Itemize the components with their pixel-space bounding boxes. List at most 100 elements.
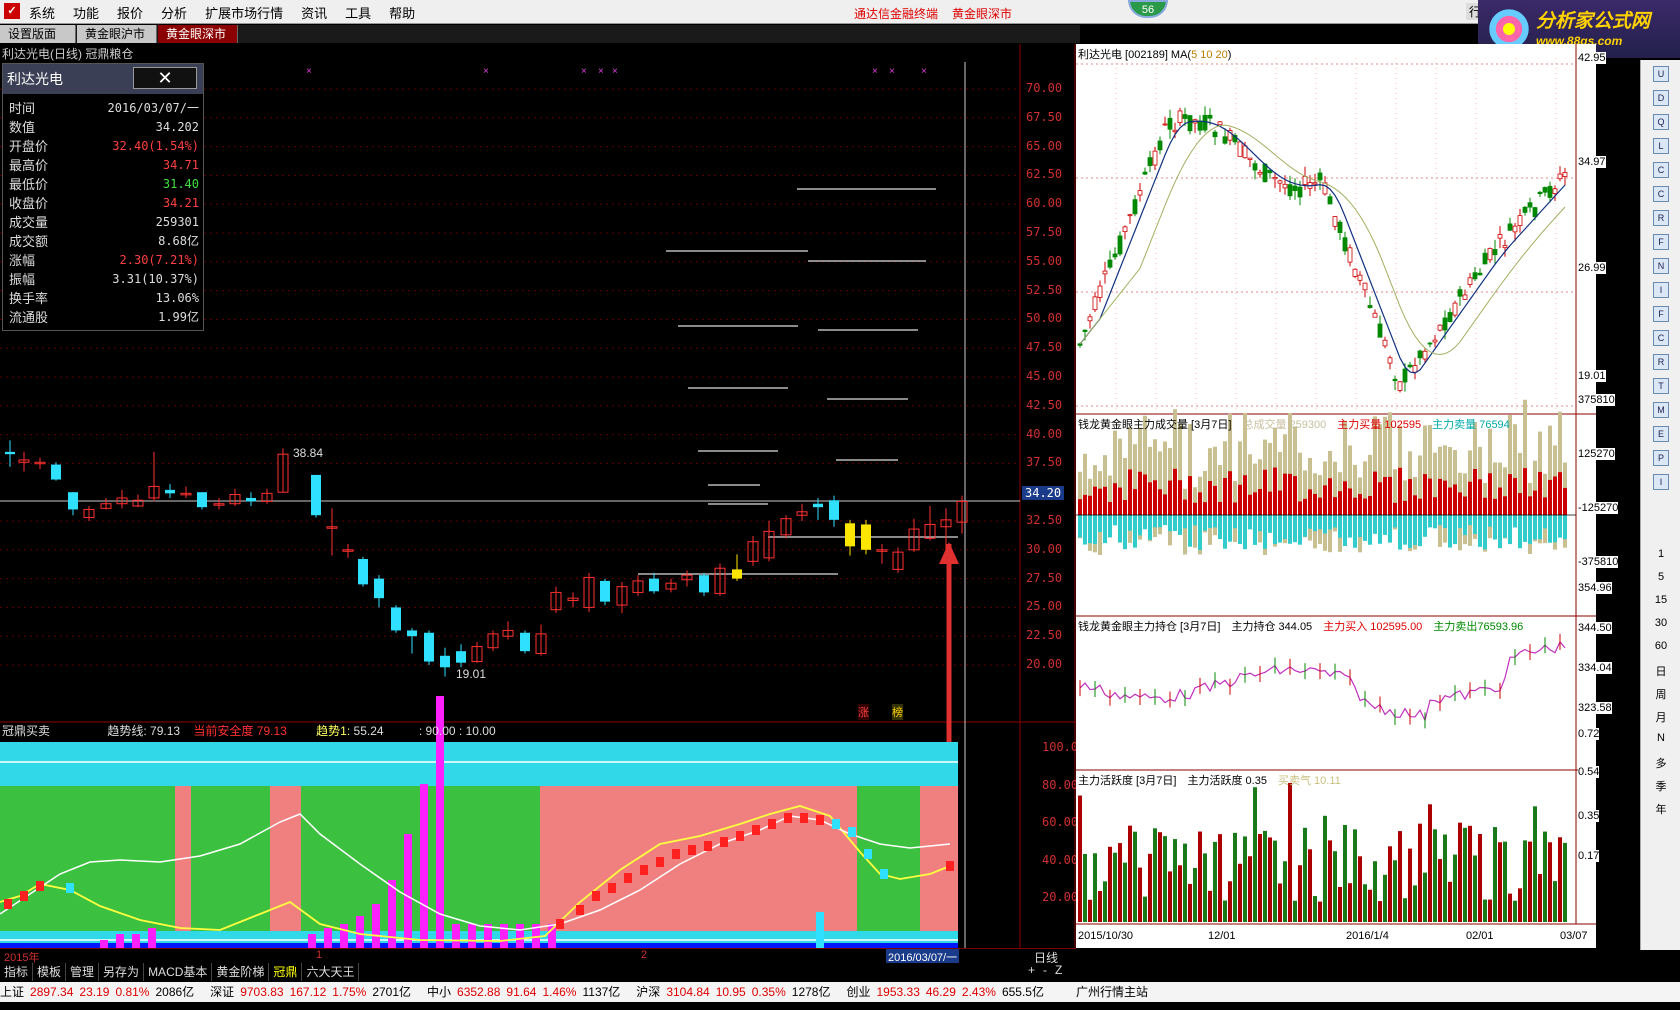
r-vol-sell	[1443, 515, 1447, 528]
period-10[interactable]: 季	[1649, 778, 1673, 794]
period-0[interactable]: 1	[1649, 548, 1673, 560]
table-icon[interactable]: T	[1653, 378, 1669, 394]
up-arrow-icon[interactable]: U	[1653, 66, 1669, 82]
menu-tools[interactable]: 工具	[336, 0, 380, 25]
menu-news[interactable]: 资讯	[292, 0, 336, 25]
period-9[interactable]: 多	[1649, 755, 1673, 771]
zoom-in-button[interactable]: +	[1024, 963, 1039, 977]
down-arrow-icon[interactable]: D	[1653, 90, 1669, 106]
btab-guanding[interactable]: 冠鼎	[269, 963, 303, 981]
r-vol-sell	[1188, 515, 1192, 547]
r-candle-body	[1207, 114, 1213, 119]
r-date-4: 03/07	[1560, 930, 1588, 942]
zoom-reset-button[interactable]: Z	[1051, 963, 1066, 977]
candle-icon[interactable]: C	[1653, 186, 1669, 202]
r-active-bar	[1358, 856, 1362, 922]
r-vol-buy	[1248, 494, 1252, 515]
calc-icon[interactable]: C	[1653, 330, 1669, 346]
safety-label: 当前安全度	[193, 724, 254, 738]
btab-save-as[interactable]: 另存为	[99, 963, 145, 981]
index-segment[interactable]: 上证 2897.34 23.19 0.81% 2086亿	[0, 982, 200, 1002]
notes-icon[interactable]: N	[1653, 258, 1669, 274]
btab-gold-ladder[interactable]: 黄金阶梯	[212, 963, 270, 981]
tab-goldeye-shenzhen[interactable]: 黄金眼深市	[158, 25, 238, 43]
server-site[interactable]: 广州行情主站	[1076, 985, 1148, 999]
rotate-icon[interactable]: R	[1653, 354, 1669, 370]
period-1[interactable]: 5	[1649, 571, 1673, 583]
r-active-bar	[1508, 893, 1512, 922]
goldeye-shenzhen-link[interactable]: 黄金眼深市	[952, 5, 1012, 22]
period-2[interactable]: 15	[1649, 594, 1673, 606]
r-vol-sell	[1228, 515, 1232, 542]
btab-manage[interactable]: 管理	[66, 963, 100, 981]
candle-body	[813, 503, 823, 508]
terminal-link[interactable]: 通达信金融终端	[854, 5, 938, 22]
pen-icon[interactable]: P	[1653, 450, 1669, 466]
index-segment[interactable]: 深证 9703.83 167.12 1.75% 2701亿	[210, 982, 417, 1002]
zoom-out-button[interactable]: -	[1039, 963, 1051, 977]
info-key: 成交额	[9, 234, 49, 249]
close-icon[interactable]: ✕	[133, 67, 197, 89]
r-candle-body	[1222, 136, 1228, 144]
btab-six-kings[interactable]: 六大天王	[302, 963, 360, 981]
period-8[interactable]: N	[1649, 732, 1673, 744]
r-vol-sell	[1153, 515, 1157, 528]
r-vol-buy	[1363, 498, 1367, 515]
btab-macd[interactable]: MACD基本	[144, 963, 213, 981]
info-icon[interactable]: I	[1653, 282, 1669, 298]
tab-settings-layout[interactable]: 设置版面	[0, 25, 76, 43]
r-vol-sell	[1353, 515, 1357, 548]
menu-extended-market[interactable]: 扩展市场行情	[196, 0, 292, 25]
export-icon[interactable]: E	[1653, 426, 1669, 442]
menu-analysis[interactable]: 分析	[152, 0, 196, 25]
merge-icon[interactable]: M	[1653, 402, 1669, 418]
period-3[interactable]: 30	[1649, 617, 1673, 629]
quote-icon[interactable]: Q	[1653, 114, 1669, 130]
data-window[interactable]: 利达光电 ✕ 时间 2016/03/07/一 数值 34.202 开盘价 32.40(1.…	[2, 63, 204, 331]
list-icon[interactable]: L	[1653, 138, 1669, 154]
r-active-bar	[1233, 832, 1237, 922]
index-chg: 46.29	[925, 985, 956, 999]
info-value: 32.40(1.54%)	[112, 138, 199, 153]
f10-icon[interactable]: F	[1653, 234, 1669, 250]
menu-system[interactable]: 系统	[20, 0, 64, 25]
index-segment[interactable]: 中小 6352.88 91.64 1.46% 1137亿	[427, 982, 626, 1002]
r-vol-buy	[1383, 477, 1387, 515]
menu-quote[interactable]: 报价	[108, 0, 152, 25]
r-vol-buy	[1098, 488, 1102, 515]
period-11[interactable]: 年	[1649, 801, 1673, 817]
right-charts[interactable]	[1076, 44, 1596, 948]
menu-help[interactable]: 帮助	[380, 0, 424, 25]
r-vol-buy	[1333, 497, 1337, 515]
period-6[interactable]: 周	[1649, 686, 1673, 702]
period-5[interactable]: 日	[1649, 663, 1673, 679]
index-pct: 0.81%	[115, 985, 150, 999]
r-tick: 0.35	[1578, 810, 1600, 822]
tab-goldeye-shanghai[interactable]: 黄金眼沪市	[77, 25, 157, 43]
r-active-bar	[1303, 827, 1307, 922]
index-segment[interactable]: 创业 1953.33 46.29 2.43% 655.5亿	[846, 982, 1050, 1002]
r-active-bar	[1413, 885, 1417, 922]
index-segment[interactable]: 沪深 3104.84 10.95 0.35% 1278亿	[636, 982, 836, 1002]
chart-icon[interactable]: C	[1653, 162, 1669, 178]
fiz-icon[interactable]: F	[1653, 306, 1669, 322]
candle-body	[5, 451, 15, 455]
r-candle-body	[1457, 289, 1463, 297]
r-active-bar	[1143, 896, 1147, 922]
r-vol-sell	[1248, 515, 1252, 530]
btab-indicator[interactable]: 指标	[0, 963, 34, 981]
price-tick: 27.50	[1026, 570, 1063, 585]
report-icon[interactable]: R	[1653, 210, 1669, 226]
r-candle-body	[1257, 171, 1263, 175]
info-value: 34.202	[155, 119, 199, 134]
btab-template[interactable]: 模板	[33, 963, 67, 981]
period-4[interactable]: 60	[1649, 640, 1673, 652]
r-vol-buy	[1408, 479, 1412, 515]
r-active-bar	[1478, 834, 1482, 922]
r-candle-body	[1182, 114, 1188, 119]
r-tick: 34.97	[1578, 156, 1606, 168]
menu-function[interactable]: 功能	[64, 0, 108, 25]
image-icon[interactable]: I	[1653, 474, 1669, 490]
r-vol-sell	[1418, 515, 1422, 547]
period-7[interactable]: 月	[1649, 709, 1673, 725]
